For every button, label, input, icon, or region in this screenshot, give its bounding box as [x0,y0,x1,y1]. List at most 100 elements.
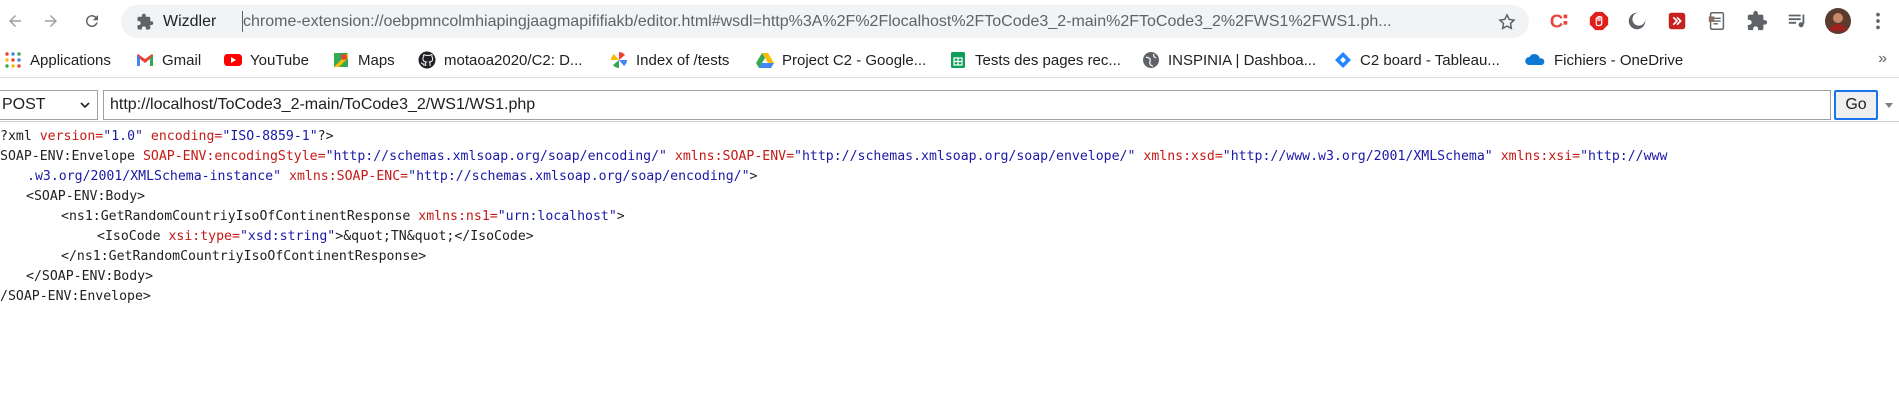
xml-tag: <SOAP-ENV:Body> [26,189,146,204]
arrow-left-icon [9,15,21,27]
xml-attr: SOAP-ENV:encodingStyle= [142,149,326,164]
xml-isocode: <IsoCode xsi:type="xsd:string">&quot;TN&… [0,227,1899,247]
extensions-puzzle-icon[interactable] [1745,9,1769,33]
xml-value: "xsd:string" [239,229,336,244]
bookmark-label: Project C2 - Google... [782,51,927,69]
bookmark-inspinia[interactable]: INSPINIA | Dashboa... [1142,50,1316,70]
puzzle-icon [137,13,154,30]
xml-value: "http://schemas.xmlsoap.org/soap/encodin… [408,169,750,184]
arrow-right-icon [45,15,57,27]
xml-value: "http://www.w3.org/2001/XMLSchema" [1222,149,1493,164]
bookmark-label: YouTube [250,51,309,69]
xml-declaration: ?xml version="1.0" encoding="ISO-8859-1"… [0,127,1899,147]
xml-value: "http://schemas.xmlsoap.org/soap/envelop… [794,149,1136,164]
xml-token: ?> [317,129,334,144]
xml-attr: xmlns:SOAP-ENV= [674,149,795,164]
bookmark-label: C2 board - Tableau... [1360,51,1500,69]
reload-icon [85,15,98,28]
bookmark-gmail[interactable]: Gmail [136,50,201,70]
media-control-icon[interactable] [1785,9,1809,33]
request-bar: POST Go [0,88,1899,122]
bookmark-maps[interactable]: Maps [332,50,395,70]
bookmark-star-icon[interactable] [1497,12,1517,32]
bookmarks-more-button[interactable]: » [1878,50,1887,68]
address-url[interactable]: chrome-extension://oebpmncolmhiapingjaag… [243,13,1483,31]
method-select[interactable]: POST [0,90,98,120]
adblock-icon[interactable] [1587,9,1611,33]
address-bar[interactable]: Wizdler chrome-extension://oebpmncolmhia… [121,5,1529,38]
xml-tag: </SOAP-ENV:Body> [26,269,154,284]
xml-tag: /SOAP-ENV:Envelope> [0,289,151,304]
bookmark-label: INSPINIA | Dashboa... [1168,51,1317,69]
bookmark-applications[interactable]: Applications [4,50,111,70]
globe-icon [1142,51,1160,69]
xml-attr: xmlns:ns1= [418,209,498,224]
chevron-down-icon [80,102,90,109]
menu-kebab-icon[interactable] [1866,9,1890,33]
pinwheel-icon [610,51,628,69]
bookmark-c2-board[interactable]: C2 board - Tableau... [1334,50,1500,70]
bookmark-project-c2[interactable]: Project C2 - Google... [756,50,926,70]
xml-tag: </ns1:GetRandomCountriyIsoOfContinentRes… [61,249,427,264]
xml-attr: xsi:type= [168,229,240,244]
method-value: POST [2,96,46,113]
xml-attr: xmlns:xsd= [1143,149,1223,164]
xml-value: "1.0" [103,129,143,144]
youtube-icon [224,51,242,69]
xml-token: ?xml [0,129,32,144]
bookmark-label: Maps [358,51,395,69]
xml-value: "http://www [1580,149,1668,164]
bookmark-github[interactable]: motaoa2020/C2: D... [418,50,582,70]
dropdown-arrow-icon[interactable] [1884,100,1894,110]
bookmark-onedrive[interactable]: Fichiers - OneDrive [1524,50,1683,70]
xml-envelope-open: SOAP-ENV:Envelope SOAP-ENV:encodingStyle… [0,147,1899,167]
back-button[interactable] [1,7,29,35]
sheets-icon [949,51,967,69]
video-extension-icon[interactable] [1665,9,1689,33]
xml-attr: xmlns:SOAP-ENC= [289,169,409,184]
apps-grid-icon [4,51,22,69]
bookmark-youtube[interactable]: YouTube [224,50,309,70]
bookmark-label: Tests des pages rec... [975,51,1121,69]
svg-text:C: C [1550,10,1563,31]
xml-attr: version= [39,129,104,144]
isocode-value: &quot;TN&quot; [343,229,455,244]
onedrive-icon [1524,51,1546,69]
browser-toolbar: Wizdler chrome-extension://oebpmncolmhia… [0,0,1899,42]
go-button[interactable]: Go [1834,90,1878,120]
jira-icon [1334,51,1352,69]
dark-mode-icon[interactable] [1625,9,1649,33]
xml-tag: <IsoCode [97,229,161,244]
bookmark-label: Fichiers - OneDrive [1554,51,1684,69]
gmail-icon [136,51,154,69]
xml-value: "urn:localhost" [497,209,617,224]
xml-token: > [749,169,758,184]
xml-envelope-close: /SOAP-ENV:Envelope> [0,287,1899,307]
bookmarks-bar: Applications Gmail YouTube Maps motaoa20… [0,42,1899,78]
forward-button[interactable] [37,7,65,35]
bookmark-label: Applications [30,51,111,69]
document-extension-icon[interactable] [1705,9,1729,33]
bookmark-index-tests[interactable]: Index of /tests [610,50,729,70]
reload-button[interactable] [78,7,106,35]
xml-attr: encoding= [150,129,223,144]
bookmark-tests-des-pages[interactable]: Tests des pages rec... [949,50,1121,70]
github-icon [418,51,436,69]
xml-value: "http://schemas.xmlsoap.org/soap/encodin… [325,149,667,164]
avatar[interactable] [1825,8,1851,34]
c-extension-icon[interactable]: C [1547,9,1571,33]
bookmark-label: Index of /tests [636,51,730,69]
bookmark-label: Gmail [162,51,202,69]
xml-token: > [616,209,625,224]
xml-token: > [335,229,344,244]
bookmark-label: motaoa2020/C2: D... [444,51,583,69]
xml-response-close: </ns1:GetRandomCountriyIsoOfContinentRes… [0,247,1899,267]
xml-tag: </IsoCode> [454,229,534,244]
xml-value: "ISO-8859-1" [222,129,318,144]
xml-response: ?xml version="1.0" encoding="ISO-8859-1"… [0,127,1899,307]
xml-value: .w3.org/2001/XMLSchema-instance" [27,169,282,184]
endpoint-url-input[interactable] [103,90,1831,120]
xml-response-open: <ns1:GetRandomCountriyIsoOfContinentResp… [0,207,1899,227]
maps-icon [332,51,350,69]
xml-body-open: <SOAP-ENV:Body> [0,187,1899,207]
